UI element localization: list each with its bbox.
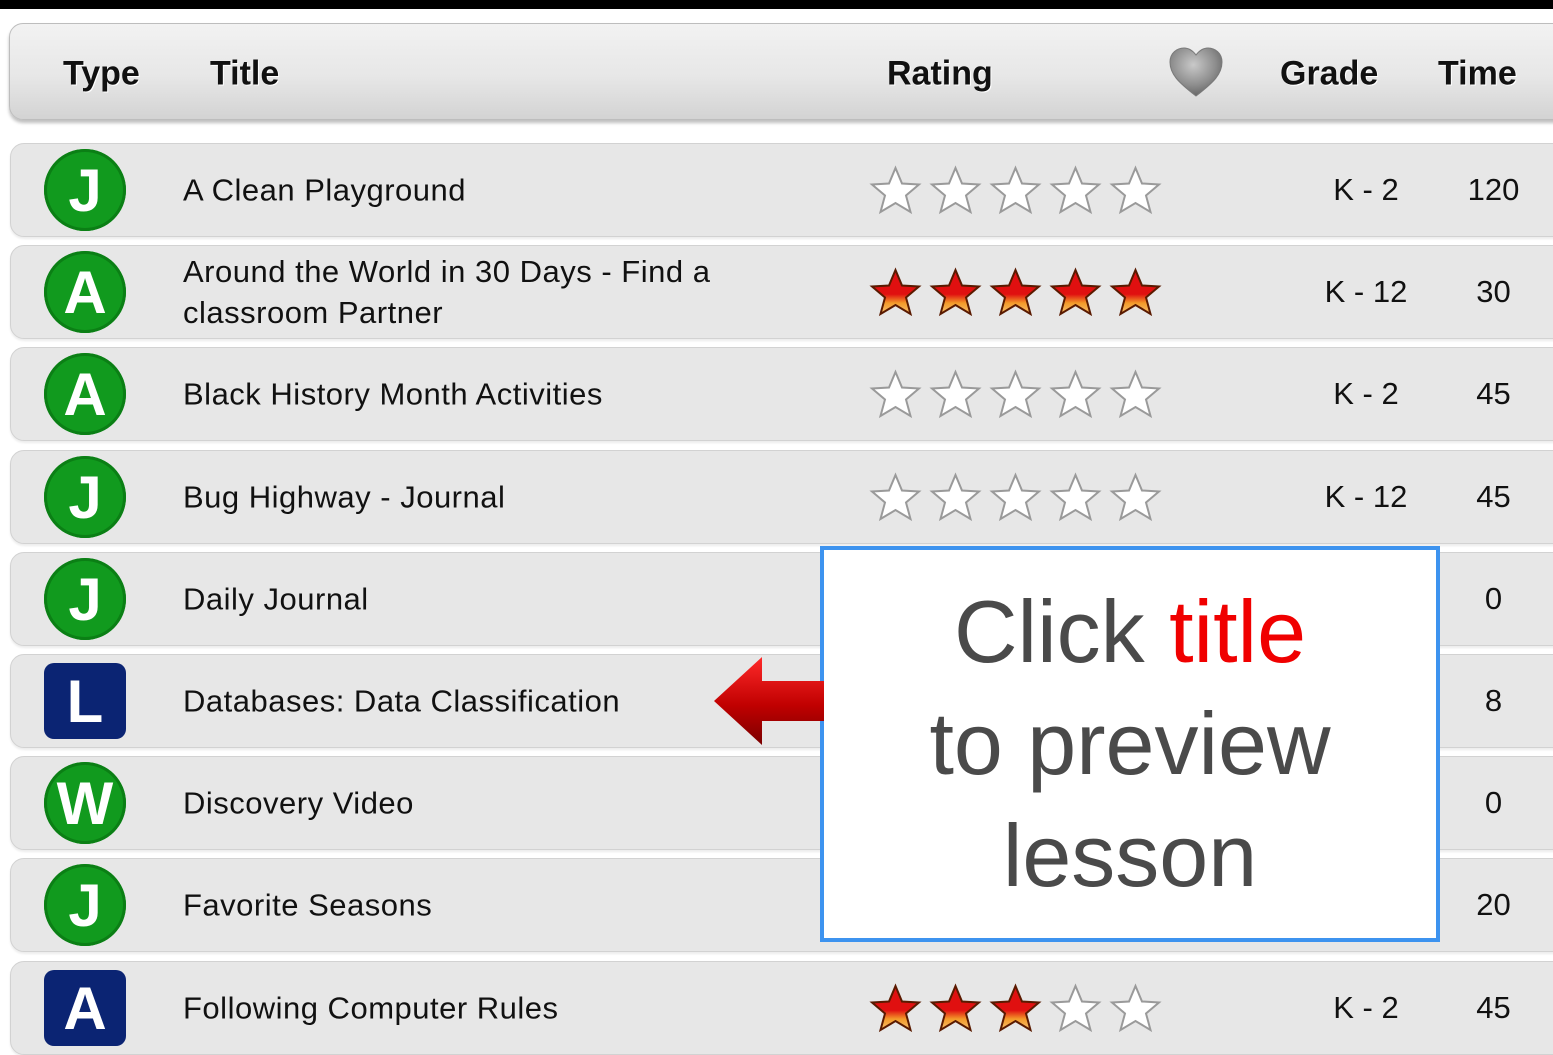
star-empty-icon[interactable] bbox=[928, 369, 983, 419]
star-empty-icon[interactable] bbox=[1048, 983, 1103, 1033]
time-value: 20 bbox=[1476, 887, 1511, 922]
star-empty-icon[interactable] bbox=[868, 165, 923, 215]
column-header-bar: Type Title Rating Grade Time bbox=[9, 23, 1553, 120]
lesson-title-link[interactable]: Bug Highway - Journal bbox=[183, 477, 823, 518]
rating-stars[interactable] bbox=[868, 369, 1163, 419]
callout-text-click: Click bbox=[953, 582, 1170, 681]
grade-value: K - 12 bbox=[1324, 479, 1408, 514]
type-j-icon: J bbox=[44, 456, 126, 538]
heart-icon[interactable] bbox=[1168, 46, 1224, 98]
column-header-type[interactable]: Type bbox=[63, 55, 140, 94]
grade-value: K - 2 bbox=[1333, 990, 1399, 1025]
column-header-grade[interactable]: Grade bbox=[1280, 55, 1378, 94]
grade-value: K - 2 bbox=[1333, 376, 1399, 411]
rating-stars[interactable] bbox=[868, 472, 1163, 522]
star-empty-icon[interactable] bbox=[868, 369, 923, 419]
column-header-title[interactable]: Title bbox=[210, 55, 279, 94]
lesson-row[interactable]: A Black History Month Activities K - 2 45 bbox=[10, 347, 1553, 441]
type-a-icon: A bbox=[44, 353, 126, 435]
instruction-callout: Click title to preview lesson bbox=[820, 546, 1440, 942]
column-header-time[interactable]: Time bbox=[1438, 55, 1517, 94]
grade-value: K - 2 bbox=[1333, 172, 1399, 207]
lesson-title-link[interactable]: Following Computer Rules bbox=[183, 988, 823, 1029]
time-value: 30 bbox=[1476, 274, 1511, 309]
rating-stars[interactable] bbox=[868, 983, 1163, 1033]
time-value: 8 bbox=[1484, 683, 1503, 718]
star-empty-icon[interactable] bbox=[988, 472, 1043, 522]
rating-stars[interactable] bbox=[868, 165, 1163, 215]
star-empty-icon[interactable] bbox=[1108, 165, 1163, 215]
star-empty-icon[interactable] bbox=[1048, 369, 1103, 419]
star-filled-icon[interactable] bbox=[868, 983, 923, 1033]
type-l-icon: L bbox=[44, 663, 126, 739]
callout-line-1: Click title bbox=[954, 576, 1306, 688]
rating-stars[interactable] bbox=[868, 267, 1163, 317]
type-j-icon: J bbox=[44, 149, 126, 231]
lesson-title-link[interactable]: Favorite Seasons bbox=[183, 885, 823, 926]
type-j-icon: J bbox=[44, 864, 126, 946]
callout-line-3: lesson bbox=[1002, 806, 1258, 905]
star-empty-icon[interactable] bbox=[988, 369, 1043, 419]
lesson-row[interactable]: A Following Computer Rules K - 2 45 bbox=[10, 961, 1553, 1055]
star-filled-icon[interactable] bbox=[988, 267, 1043, 317]
lesson-title-link[interactable]: Discovery Video bbox=[183, 783, 823, 824]
star-empty-icon[interactable] bbox=[928, 472, 983, 522]
star-empty-icon[interactable] bbox=[988, 165, 1043, 215]
time-value: 45 bbox=[1476, 990, 1511, 1025]
star-empty-icon[interactable] bbox=[868, 472, 923, 522]
time-value: 120 bbox=[1467, 172, 1520, 207]
time-value: 0 bbox=[1484, 785, 1503, 820]
time-value: 45 bbox=[1476, 376, 1511, 411]
type-j-icon: J bbox=[44, 558, 126, 640]
star-filled-icon[interactable] bbox=[988, 983, 1043, 1033]
time-value: 45 bbox=[1476, 479, 1511, 514]
star-empty-icon[interactable] bbox=[1108, 472, 1163, 522]
callout-text-title: title bbox=[1169, 582, 1307, 681]
star-empty-icon[interactable] bbox=[1108, 983, 1163, 1033]
pointer-arrow-icon bbox=[714, 657, 824, 745]
star-filled-icon[interactable] bbox=[928, 267, 983, 317]
star-filled-icon[interactable] bbox=[1048, 267, 1103, 317]
lesson-title-link[interactable]: Daily Journal bbox=[183, 579, 823, 620]
star-empty-icon[interactable] bbox=[1108, 369, 1163, 419]
type-a-icon: A bbox=[44, 970, 126, 1046]
star-filled-icon[interactable] bbox=[868, 267, 923, 317]
star-filled-icon[interactable] bbox=[1108, 267, 1163, 317]
time-value: 0 bbox=[1484, 581, 1503, 616]
callout-line-2: to preview bbox=[929, 694, 1331, 793]
lesson-row[interactable]: J Bug Highway - Journal K - 12 45 bbox=[10, 450, 1553, 544]
grade-value: K - 12 bbox=[1324, 274, 1408, 309]
column-header-rating[interactable]: Rating bbox=[887, 55, 993, 94]
type-a-icon: A bbox=[44, 251, 126, 333]
type-w-icon: W bbox=[44, 762, 126, 844]
star-empty-icon[interactable] bbox=[1048, 165, 1103, 215]
star-empty-icon[interactable] bbox=[928, 165, 983, 215]
top-border bbox=[0, 0, 1553, 9]
lesson-row[interactable]: J A Clean Playground K - 2 120 bbox=[10, 143, 1553, 237]
star-empty-icon[interactable] bbox=[1048, 472, 1103, 522]
lesson-title-link[interactable]: Around the World in 30 Days - Find a cla… bbox=[183, 251, 823, 333]
lesson-title-link[interactable]: A Clean Playground bbox=[183, 170, 823, 211]
lesson-row[interactable]: A Around the World in 30 Days - Find a cl… bbox=[10, 245, 1553, 339]
lesson-title-link[interactable]: Black History Month Activities bbox=[183, 374, 823, 415]
star-filled-icon[interactable] bbox=[928, 983, 983, 1033]
